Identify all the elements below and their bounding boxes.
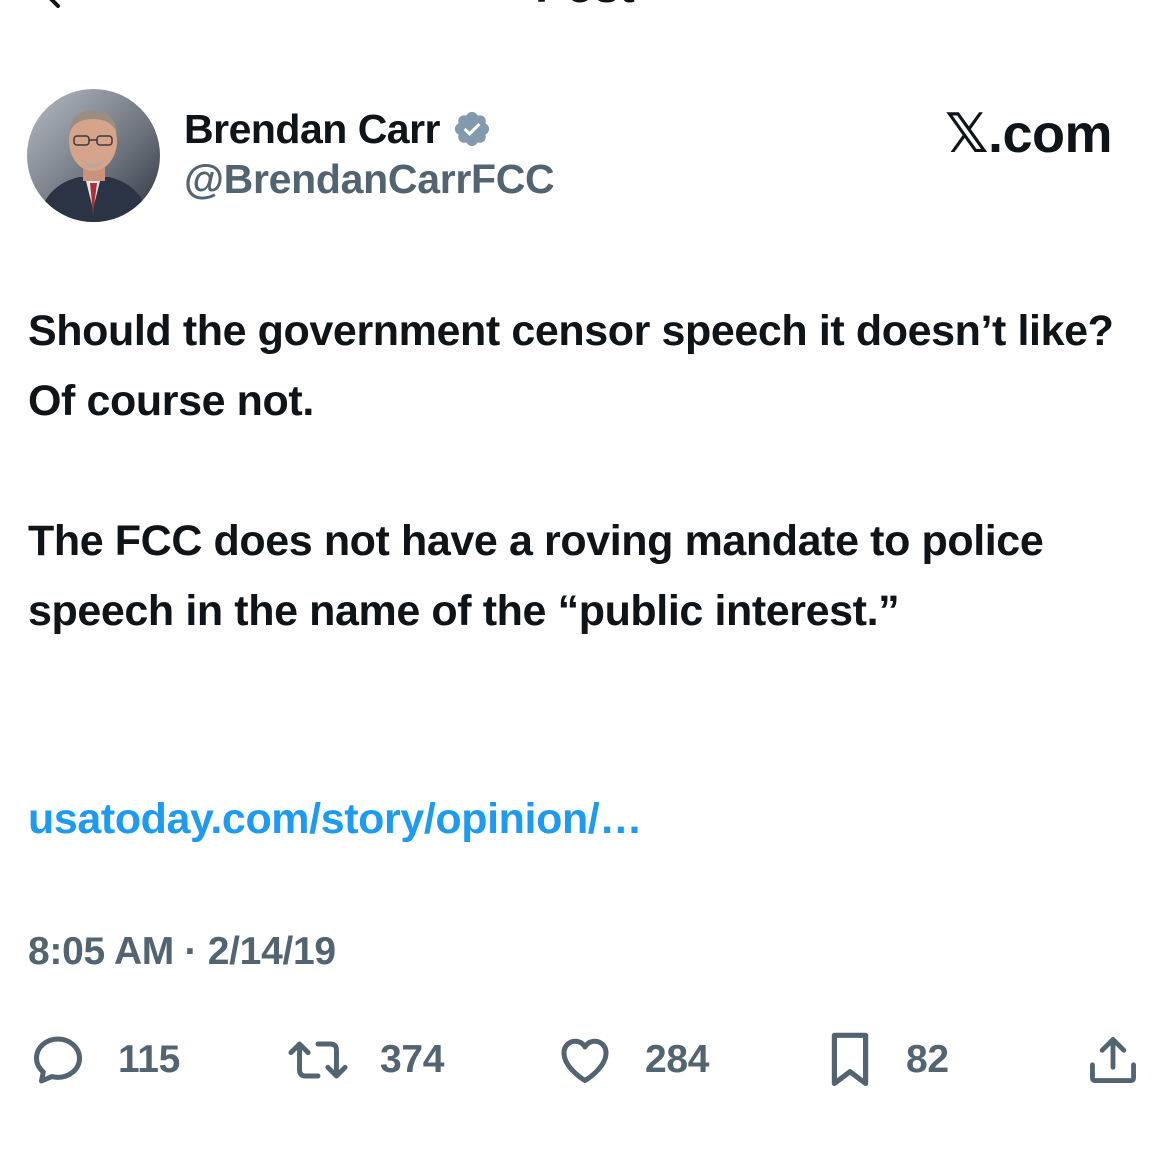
- author-name-row[interactable]: Brendan Carr: [184, 103, 492, 155]
- post-paragraph: The FCC does not have a roving mandate t…: [28, 517, 1044, 635]
- bookmark-count: 82: [906, 1038, 949, 1081]
- post-link[interactable]: usatoday.com/story/opinion/…: [28, 784, 642, 854]
- action-bar: 115 374 284 82: [0, 1025, 1170, 1095]
- repost-count: 374: [380, 1038, 445, 1081]
- reply-count: 115: [118, 1038, 181, 1081]
- post-timestamp[interactable]: 8:05 AM · 2/14/19: [28, 930, 336, 974]
- like-button[interactable]: 284: [555, 1025, 709, 1095]
- reply-icon: [34, 1036, 82, 1084]
- page-title: Post: [0, 0, 1170, 12]
- bookmark-icon: [831, 1032, 869, 1086]
- bookmark-button[interactable]: 82: [824, 1025, 949, 1095]
- like-count: 284: [645, 1038, 710, 1081]
- avatar-photo: [27, 89, 160, 222]
- post-body: Should the government censor speech it d…: [28, 296, 1138, 716]
- share-icon: [1090, 1037, 1136, 1083]
- author-name[interactable]: Brendan Carr: [184, 106, 441, 153]
- like-icon: [561, 1038, 609, 1083]
- top-bar: Post: [0, 0, 1170, 20]
- x-watermark: 𝕏.com: [944, 104, 1113, 164]
- repost-icon: [288, 1041, 348, 1079]
- post-paragraph: Should the government censor speech it d…: [28, 307, 1114, 425]
- share-button[interactable]: [1084, 1025, 1142, 1095]
- author-handle[interactable]: @BrendanCarrFCC: [184, 156, 555, 203]
- verified-badge-icon: [454, 111, 490, 147]
- reply-button[interactable]: 115: [28, 1025, 180, 1095]
- repost-button[interactable]: 374: [286, 1025, 444, 1095]
- avatar[interactable]: [27, 89, 160, 222]
